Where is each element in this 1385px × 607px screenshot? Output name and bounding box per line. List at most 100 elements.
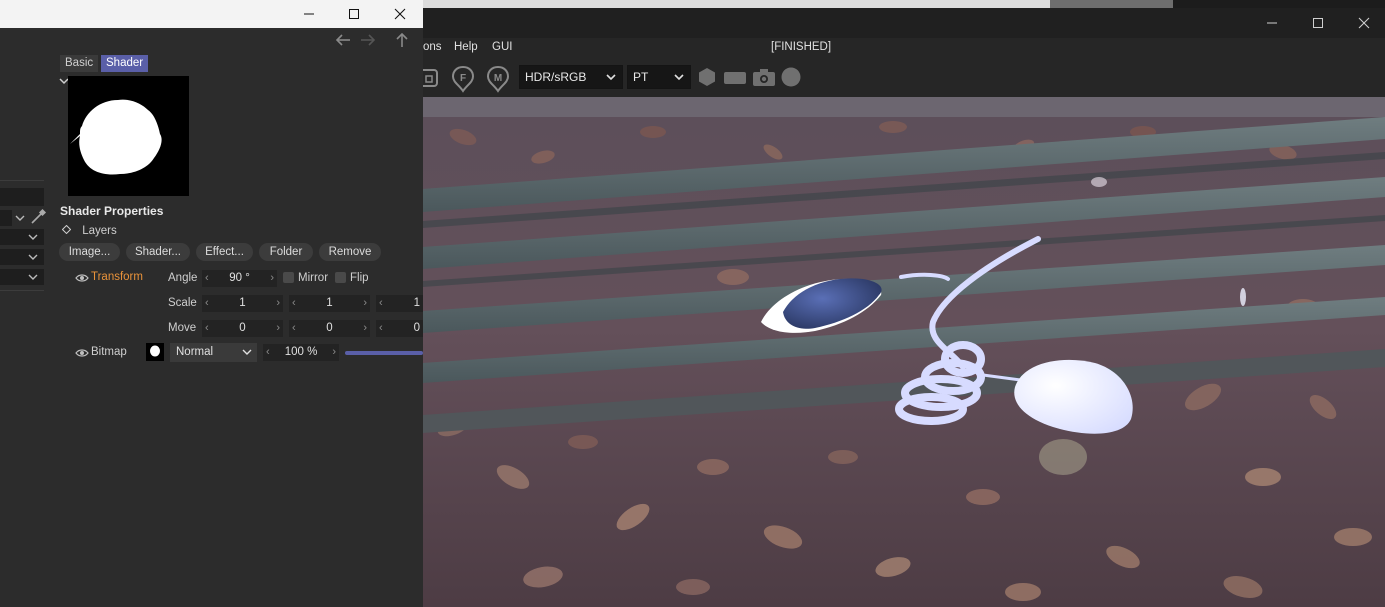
blend-mode-dropdown[interactable]: Normal bbox=[170, 343, 257, 362]
minimize-button[interactable] bbox=[286, 0, 332, 28]
shader-properties-title: Shader Properties bbox=[60, 204, 164, 218]
render-viewport[interactable] bbox=[423, 97, 1385, 607]
forward-arrow-icon[interactable] bbox=[359, 31, 377, 49]
bitmap-preview bbox=[68, 76, 189, 196]
chevron-down-icon[interactable] bbox=[14, 210, 26, 226]
eye-icon[interactable] bbox=[75, 273, 89, 283]
move-z-value: 0 bbox=[413, 322, 420, 334]
side-dropdown-1[interactable] bbox=[0, 229, 44, 245]
opacity-slider[interactable] bbox=[345, 351, 423, 355]
tab-basic[interactable]: Basic bbox=[60, 55, 99, 72]
sphere-icon[interactable] bbox=[780, 65, 802, 89]
close-button[interactable] bbox=[377, 0, 423, 28]
remove-button[interactable]: Remove bbox=[319, 243, 381, 261]
decrement-arrow-icon[interactable]: ‹ bbox=[205, 270, 209, 287]
render-menubar: ons Help GUI [FINISHED] bbox=[423, 38, 1385, 58]
minimize-icon bbox=[304, 13, 314, 15]
render-mode-dropdown[interactable]: PT bbox=[627, 65, 691, 89]
angle-value: 90 ° bbox=[229, 272, 250, 284]
side-field-color[interactable] bbox=[0, 210, 12, 226]
close-icon bbox=[1358, 17, 1370, 29]
render-toolbar: F M HDR/sRGB PT bbox=[423, 58, 1385, 97]
scale-y-field[interactable]: ‹ 1 › bbox=[289, 295, 370, 312]
side-divider bbox=[0, 290, 44, 291]
chevron-down-icon bbox=[606, 74, 616, 81]
layers-row[interactable]: Layers bbox=[62, 225, 117, 237]
mirror-checkbox[interactable] bbox=[283, 272, 294, 283]
shader-button[interactable]: Shader... bbox=[126, 243, 190, 261]
close-button[interactable] bbox=[1341, 8, 1385, 38]
chevron-down-icon bbox=[674, 74, 684, 81]
chevron-down-icon bbox=[28, 234, 38, 240]
bitmap-label[interactable]: Bitmap bbox=[91, 346, 127, 358]
mirror-label: Mirror bbox=[298, 272, 329, 284]
film-icon[interactable] bbox=[723, 65, 747, 89]
render-image bbox=[423, 97, 1385, 607]
menu-gui[interactable]: GUI bbox=[492, 41, 512, 53]
flip-checkbox[interactable] bbox=[335, 272, 346, 283]
side-field-name[interactable] bbox=[0, 188, 44, 206]
move-x-field[interactable]: ‹ 0 › bbox=[202, 320, 283, 337]
maximize-icon bbox=[349, 9, 359, 19]
side-dropdown-3[interactable] bbox=[0, 269, 44, 285]
maximize-icon bbox=[1313, 18, 1323, 28]
eye-icon[interactable] bbox=[75, 348, 89, 358]
menu-help[interactable]: Help bbox=[454, 41, 478, 53]
maximize-button[interactable] bbox=[1295, 8, 1341, 38]
maximize-button[interactable] bbox=[331, 0, 377, 28]
chevron-down-icon bbox=[242, 349, 252, 355]
move-x-value: 0 bbox=[239, 322, 246, 334]
svg-text:F: F bbox=[460, 73, 466, 84]
scale-z-value: 1 bbox=[413, 297, 420, 309]
scale-y-value: 1 bbox=[326, 297, 333, 309]
move-z-field[interactable]: ‹ 0 bbox=[376, 320, 423, 337]
tab-shader[interactable]: Shader bbox=[101, 55, 149, 72]
side-dropdown-2[interactable] bbox=[0, 249, 44, 265]
folder-button[interactable]: Folder bbox=[259, 243, 313, 261]
angle-field[interactable]: ‹ 90 ° › bbox=[202, 270, 277, 287]
hexagon-icon[interactable] bbox=[697, 65, 717, 89]
scale-label: Scale bbox=[168, 297, 197, 309]
up-arrow-icon[interactable] bbox=[393, 31, 411, 49]
render-window: ons Help GUI [FINISHED] F M HDR/sRGB PT bbox=[423, 0, 1385, 607]
menu-options[interactable]: ons bbox=[423, 41, 442, 53]
material-pin-icon[interactable]: M bbox=[486, 65, 510, 93]
leaf-thumb-icon bbox=[150, 345, 160, 357]
minimize-icon bbox=[1267, 22, 1277, 24]
color-space-value: HDR/sRGB bbox=[525, 70, 587, 84]
render-mode-value: PT bbox=[633, 70, 649, 84]
render-status: [FINISHED] bbox=[771, 41, 832, 53]
flip-label: Flip bbox=[350, 272, 369, 284]
chevron-down-icon bbox=[28, 274, 38, 280]
move-y-value: 0 bbox=[326, 322, 333, 334]
layers-label: Layers bbox=[82, 225, 117, 237]
angle-label: Angle bbox=[168, 272, 198, 284]
attribute-titlebar bbox=[0, 0, 423, 28]
chevron-down-icon bbox=[28, 254, 38, 260]
opacity-value: 100 % bbox=[284, 346, 318, 358]
leaf-mask-preview bbox=[70, 99, 162, 175]
scale-x-value: 1 bbox=[239, 297, 246, 309]
scale-x-field[interactable]: ‹ 1 › bbox=[202, 295, 283, 312]
close-icon bbox=[394, 8, 406, 20]
move-y-field[interactable]: ‹ 0 › bbox=[289, 320, 370, 337]
eyedropper-icon[interactable] bbox=[29, 208, 47, 226]
focus-pin-icon[interactable]: F bbox=[451, 65, 475, 93]
scale-z-field[interactable]: ‹ 1 bbox=[376, 295, 423, 312]
background-window-strip bbox=[423, 0, 1385, 8]
back-arrow-icon[interactable] bbox=[334, 31, 352, 49]
bitmap-thumbnail[interactable] bbox=[146, 343, 164, 361]
image-button[interactable]: Image... bbox=[59, 243, 120, 261]
color-space-dropdown[interactable]: HDR/sRGB bbox=[519, 65, 623, 89]
effect-button[interactable]: Effect... bbox=[196, 243, 253, 261]
svg-text:M: M bbox=[494, 73, 502, 84]
render-titlebar bbox=[423, 8, 1385, 38]
increment-arrow-icon[interactable]: › bbox=[270, 270, 274, 287]
minimize-button[interactable] bbox=[1249, 8, 1295, 38]
camera-icon[interactable] bbox=[752, 65, 776, 89]
opacity-field[interactable]: ‹ 100 % › bbox=[263, 344, 339, 361]
blend-mode-value: Normal bbox=[176, 346, 214, 358]
region-icon[interactable] bbox=[423, 65, 441, 89]
transform-label[interactable]: Transform bbox=[91, 271, 143, 283]
move-label: Move bbox=[168, 322, 197, 334]
